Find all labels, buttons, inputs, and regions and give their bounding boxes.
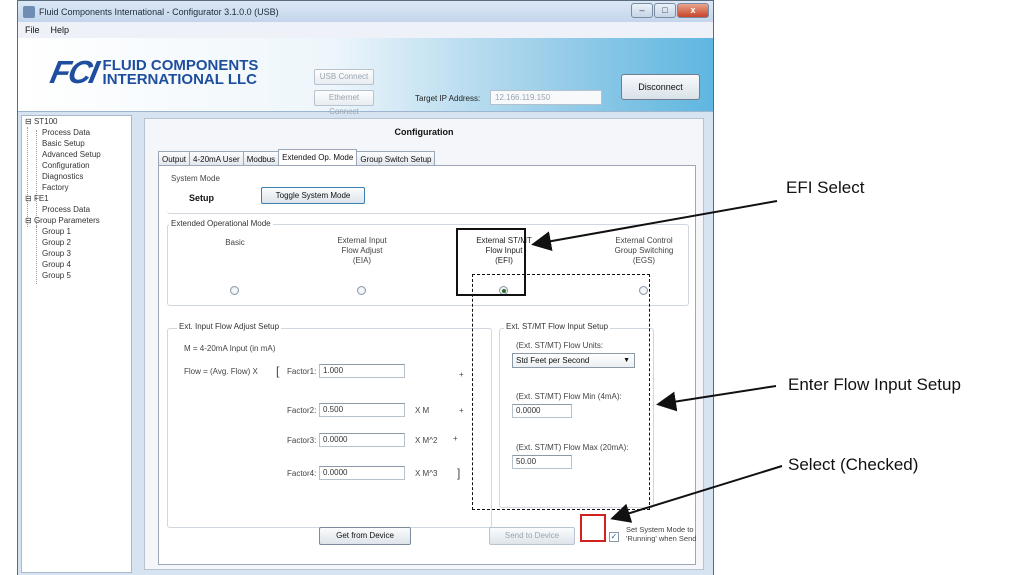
flow-input-arrow: [656, 385, 777, 412]
select-checked-callout: Select (Checked): [788, 455, 919, 474]
select-checked-arrow: [610, 465, 783, 523]
enter-flow-callout: Enter Flow Input Setup: [788, 375, 961, 394]
efi-select-callout: EFI Select: [786, 178, 865, 197]
annotation-arrows: [531, 200, 783, 523]
efi-select-arrow: [531, 200, 778, 252]
